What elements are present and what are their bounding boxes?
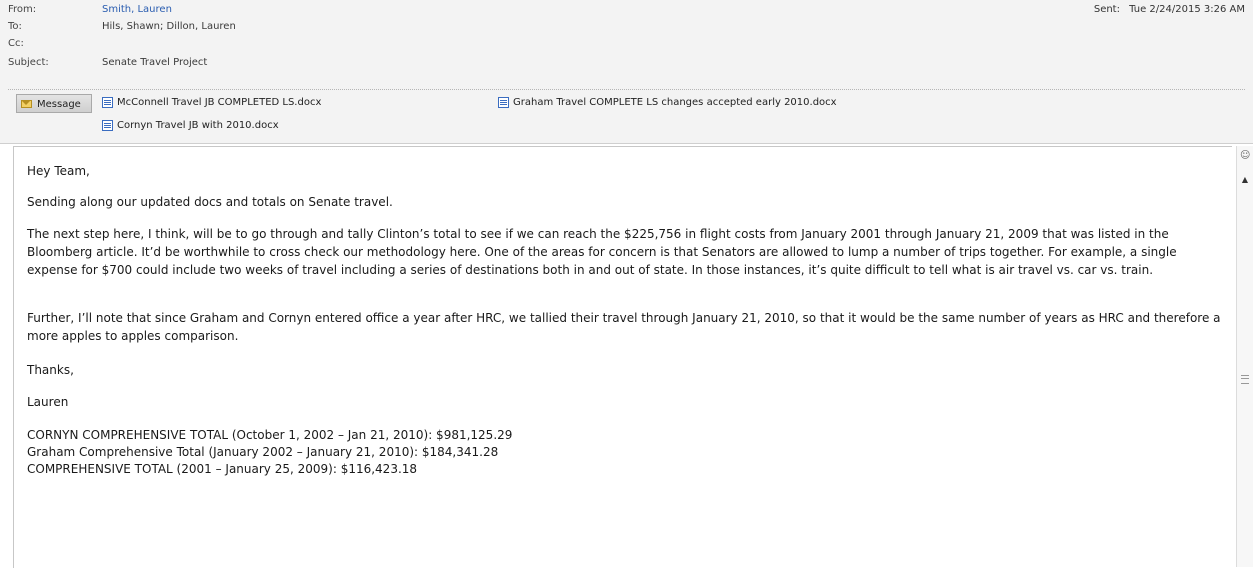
people-pane-icon[interactable]: ☺ <box>1240 149 1250 163</box>
message-body[interactable]: Hey Team, Sending along our updated docs… <box>13 146 1232 568</box>
from-sender-link[interactable]: Smith, Lauren <box>102 3 172 16</box>
to-label: To: <box>8 21 22 32</box>
attachment-cornyn[interactable]: Cornyn Travel JB with 2010.docx <box>102 117 279 135</box>
envelope-icon <box>21 100 32 108</box>
attachment-name: Cornyn Travel JB with 2010.docx <box>117 120 279 131</box>
greeting: Hey Team, <box>27 164 90 178</box>
word-document-icon <box>102 96 113 108</box>
vertical-scrollbar[interactable]: ☺ ▲ <box>1236 146 1253 567</box>
attachment-name: Graham Travel COMPLETE LS changes accept… <box>513 97 837 108</box>
message-tab-label: Message <box>37 99 81 110</box>
message-header: From: Smith, Lauren To: Hils, Shawn; Dil… <box>0 0 1253 144</box>
total-comprehensive: COMPREHENSIVE TOTAL (2001 – January 25, … <box>27 462 418 476</box>
cc-label: Cc: <box>8 38 24 49</box>
signature: Lauren <box>27 395 69 409</box>
total-cornyn: CORNYN COMPREHENSIVE TOTAL (October 1, 2… <box>27 428 513 442</box>
from-label: From: <box>8 4 37 15</box>
word-document-icon <box>102 119 113 131</box>
attachment-name: McConnell Travel JB COMPLETED LS.docx <box>117 97 322 108</box>
subject-value: Senate Travel Project <box>102 57 208 68</box>
sent-label: Sent: <box>1093 4 1120 15</box>
attachment-graham[interactable]: Graham Travel COMPLETE LS changes accept… <box>498 94 837 112</box>
scroll-thumb-grip-icon[interactable] <box>1241 375 1249 384</box>
total-graham: Graham Comprehensive Total (January 2002… <box>27 445 499 459</box>
message-tab[interactable]: Message <box>16 94 92 113</box>
paragraph-1: Sending along our updated docs and total… <box>27 195 393 209</box>
attachment-mcconnell[interactable]: McConnell Travel JB COMPLETED LS.docx <box>102 94 321 112</box>
header-divider <box>8 89 1245 90</box>
scroll-up-arrow-icon[interactable]: ▲ <box>1239 174 1251 186</box>
sent-value: Tue 2/24/2015 3:26 AM <box>1129 4 1245 15</box>
paragraph-3: Further, I’ll note that since Graham and… <box>27 311 1221 343</box>
subject-label: Subject: <box>8 57 49 68</box>
paragraph-2: The next step here, I think, will be to … <box>27 227 1177 277</box>
sent-timestamp: Sent: Tue 2/24/2015 3:26 AM <box>1094 3 1245 16</box>
word-document-icon <box>498 96 509 108</box>
to-recipients[interactable]: Hils, Shawn; Dillon, Lauren <box>102 20 236 33</box>
thanks: Thanks, <box>27 363 74 377</box>
